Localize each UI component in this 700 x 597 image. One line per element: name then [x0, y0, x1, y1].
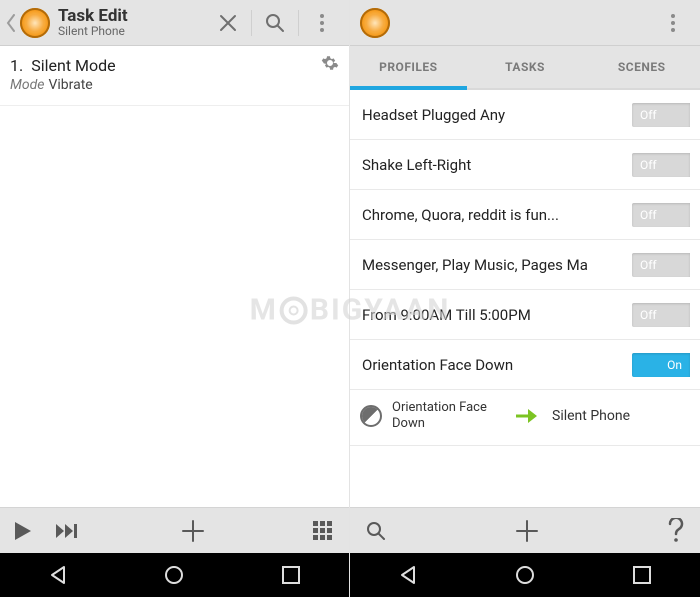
toggle-label: Off	[640, 308, 657, 322]
profile-row[interactable]: Chrome, Quora, reddit is fun... Off	[350, 190, 700, 240]
add-profile-icon[interactable]	[514, 508, 540, 554]
profile-row[interactable]: Shake Left-Right Off	[350, 140, 700, 190]
profile-toggle[interactable]: On	[632, 353, 690, 377]
help-icon[interactable]	[652, 508, 700, 554]
search-icon[interactable]	[252, 0, 298, 46]
profile-label: Orientation Face Down	[362, 356, 632, 374]
right-actionbar	[350, 0, 700, 46]
orientation-icon	[360, 405, 382, 427]
toggle-label: Off	[640, 258, 657, 272]
profile-context-label: Orientation Face Down	[392, 400, 502, 431]
play-icon[interactable]	[0, 508, 44, 554]
tab-profiles[interactable]: PROFILES	[350, 46, 467, 88]
profile-row[interactable]: Orientation Face Down On	[350, 340, 700, 390]
nav-back-icon[interactable]	[373, 553, 443, 597]
tabs: PROFILES TASKS SCENES	[350, 46, 700, 90]
tab-label: TASKS	[505, 60, 545, 74]
tab-scenes[interactable]: SCENES	[583, 46, 700, 88]
task-param-value: Vibrate	[48, 77, 92, 93]
profile-row[interactable]: Messenger, Play Music, Pages Ma Off	[350, 240, 700, 290]
task-action-row[interactable]: 1. Silent Mode ModeVibrate	[0, 46, 349, 106]
search-icon[interactable]	[350, 508, 402, 554]
nav-recent-icon[interactable]	[256, 553, 326, 597]
profile-toggle[interactable]: Off	[632, 203, 690, 227]
tab-label: PROFILES	[379, 60, 437, 74]
nav-back-icon[interactable]	[23, 553, 93, 597]
overflow-menu-icon[interactable]	[650, 0, 696, 46]
add-action-icon[interactable]	[180, 508, 206, 554]
profile-label: Shake Left-Right	[362, 156, 632, 174]
profile-row[interactable]: Headset Plugged Any Off	[350, 90, 700, 140]
profile-label: From 9:00AM Till 5:00PM	[362, 306, 632, 324]
profile-label: Messenger, Play Music, Pages Ma	[362, 256, 632, 274]
close-icon[interactable]	[205, 0, 251, 46]
header-title: Task Edit	[58, 7, 128, 26]
toggle-label: Off	[640, 108, 657, 122]
profile-toggle[interactable]: Off	[632, 103, 690, 127]
profile-expanded-row[interactable]: Orientation Face Down Silent Phone	[350, 390, 700, 446]
profiles-list: Headset Plugged Any Off Shake Left-Right…	[350, 90, 700, 446]
task-action-name: Silent Mode	[31, 56, 115, 75]
tab-label: SCENES	[618, 60, 666, 74]
gear-icon[interactable]	[321, 54, 339, 72]
tasker-logo-icon	[20, 8, 50, 38]
grid-icon[interactable]	[297, 508, 349, 554]
profiles-content: Headset Plugged Any Off Shake Left-Right…	[350, 90, 700, 507]
tab-tasks[interactable]: TASKS	[467, 46, 584, 88]
toggle-label: Off	[640, 158, 657, 172]
profile-label: Chrome, Quora, reddit is fun...	[362, 206, 632, 224]
profile-label: Headset Plugged Any	[362, 106, 632, 124]
left-bottom-toolbar	[0, 507, 349, 553]
profile-row[interactable]: From 9:00AM Till 5:00PM Off	[350, 290, 700, 340]
back-chevron-icon[interactable]	[4, 0, 18, 46]
nav-recent-icon[interactable]	[607, 553, 677, 597]
overflow-menu-icon[interactable]	[299, 0, 345, 46]
header-title-block: Task Edit Silent Phone	[58, 7, 128, 39]
profile-task-label: Silent Phone	[552, 408, 630, 424]
right-bottom-toolbar	[350, 507, 700, 553]
arrow-right-icon	[512, 408, 542, 424]
nav-home-icon[interactable]	[139, 553, 209, 597]
task-index: 1.	[10, 56, 23, 75]
toggle-label: On	[667, 358, 682, 372]
header-subtitle: Silent Phone	[58, 25, 128, 38]
left-actionbar: Task Edit Silent Phone	[0, 0, 349, 46]
step-icon[interactable]	[44, 508, 88, 554]
profile-toggle[interactable]: Off	[632, 253, 690, 277]
nav-home-icon[interactable]	[490, 553, 560, 597]
task-param-label: Mode	[10, 77, 44, 93]
profile-toggle[interactable]: Off	[632, 303, 690, 327]
right-android-navbar	[350, 553, 700, 597]
profile-toggle[interactable]: Off	[632, 153, 690, 177]
task-edit-content: 1. Silent Mode ModeVibrate	[0, 46, 349, 507]
toggle-label: Off	[640, 208, 657, 222]
tasker-logo-icon	[360, 8, 390, 38]
left-android-navbar	[0, 553, 349, 597]
